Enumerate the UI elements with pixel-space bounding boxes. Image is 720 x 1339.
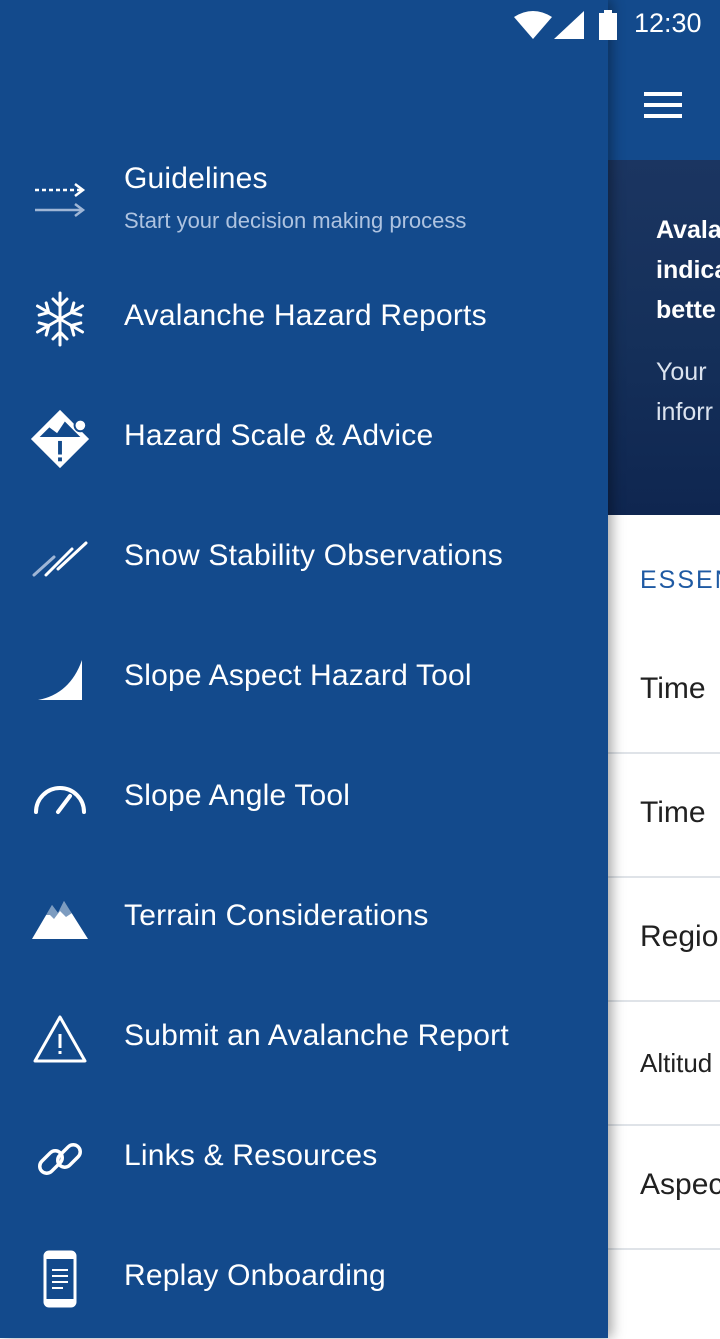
nav-item-label: Links & Resources: [124, 1139, 378, 1172]
nav-item-subtitle: Start your decision making process: [124, 208, 467, 233]
nav-item-slope-aspect[interactable]: Slope Aspect Hazard Tool: [0, 619, 608, 739]
nav-item-label: Hazard Scale & Advice: [124, 419, 434, 452]
wifi-icon: [514, 11, 552, 39]
form-row[interactable]: Aspec: [608, 1124, 720, 1250]
navigation-drawer: Guidelines Start your decision making pr…: [0, 0, 608, 1338]
nav-item-label: Snow Stability Observations: [124, 539, 503, 572]
form-row-label: Time: [640, 796, 706, 829]
nav-item-label: Slope Angle Tool: [124, 779, 351, 812]
nav-item-links[interactable]: Links & Resources: [0, 1099, 608, 1219]
hero-body-line: Your: [656, 358, 707, 386]
nav-item-stability-observations[interactable]: Snow Stability Observations: [0, 499, 608, 619]
nav-item-guidelines[interactable]: Guidelines Start your decision making pr…: [0, 140, 608, 260]
nav-item-label: Replay Onboarding: [124, 1259, 386, 1292]
nav-item-label: Slope Aspect Hazard Tool: [124, 659, 472, 692]
stability-lines-icon: [28, 529, 92, 589]
form-row[interactable]: Time: [608, 752, 720, 878]
hero-heading: Avala indica bette: [656, 210, 720, 330]
nav-item-slope-angle[interactable]: Slope Angle Tool: [0, 739, 608, 859]
snowflake-icon: [28, 289, 92, 349]
form-row[interactable]: Regio: [608, 876, 720, 1002]
gauge-icon: [28, 769, 92, 829]
slope-icon: [28, 649, 92, 709]
form-row[interactable]: Time: [608, 628, 720, 754]
status-time: 12:30: [634, 8, 702, 38]
section-heading: ESSEN: [640, 566, 720, 594]
status-icons: [514, 10, 618, 40]
nav-item-terrain[interactable]: Terrain Considerations: [0, 859, 608, 979]
nav-item-label: Avalanche Hazard Reports: [124, 299, 487, 332]
arrows-icon: [28, 170, 92, 230]
hazard-diamond-icon: [28, 409, 92, 469]
form-row-label: Altitud: [640, 1048, 713, 1078]
nav-item-label: Terrain Considerations: [124, 899, 429, 932]
nav-item-replay-onboarding[interactable]: Replay Onboarding: [0, 1219, 608, 1339]
battery-icon: [599, 10, 617, 40]
nav-item-submit-report[interactable]: Submit an Avalanche Report: [0, 979, 608, 1099]
menu-icon[interactable]: [644, 92, 682, 118]
phone-icon: [28, 1249, 92, 1309]
nav-item-hazard-reports[interactable]: Avalanche Hazard Reports: [0, 259, 608, 379]
form-row-label: Regio: [640, 920, 719, 953]
form-row-label: Time: [640, 672, 706, 705]
signal-icon: [554, 11, 584, 39]
link-icon: [28, 1129, 92, 1189]
mountain-icon: [28, 889, 92, 949]
form-row[interactable]: Altitud: [608, 1000, 720, 1126]
hero-body-line: inforr: [656, 398, 713, 426]
hero-body: Your inforr: [656, 352, 720, 432]
form-row-label: Aspec: [640, 1168, 720, 1201]
nav-item-hazard-scale[interactable]: Hazard Scale & Advice: [0, 379, 608, 499]
hero-heading-line: indica: [656, 256, 720, 284]
nav-item-label: Guidelines: [124, 162, 268, 195]
hero-heading-line: bette: [656, 296, 716, 324]
status-bar: 12:30: [0, 0, 720, 48]
nav-item-label: Submit an Avalanche Report: [124, 1019, 509, 1052]
hero-heading-line: Avala: [656, 216, 720, 244]
warning-triangle-icon: [28, 1009, 92, 1069]
